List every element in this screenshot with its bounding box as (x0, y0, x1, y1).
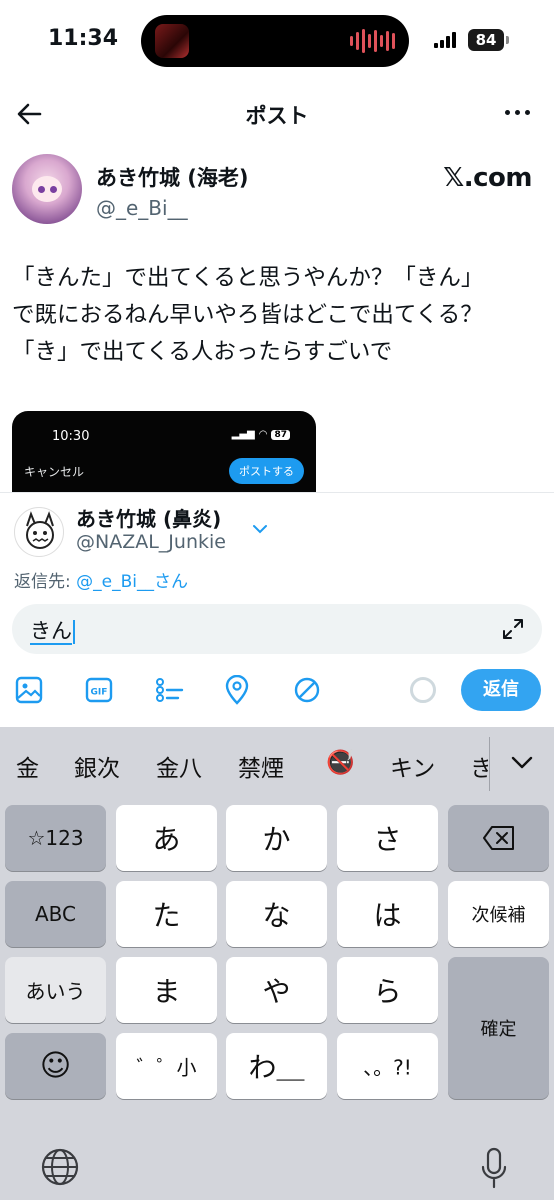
signal-icon: ▂▄▆ (231, 429, 255, 440)
chevron-down-icon[interactable] (510, 755, 534, 771)
reply-input[interactable]: きん (12, 604, 542, 654)
embedded-status-time: 10:30 (52, 429, 90, 444)
key-punctuation[interactable]: 、。?! (337, 1033, 438, 1099)
post-text-line: で既におるねん早いやろ皆はどこで出てくる？ (12, 302, 483, 328)
candidate-item[interactable]: 金八 (156, 749, 202, 783)
backspace-icon (483, 826, 514, 850)
composer-account-name: あき竹城 (鼻炎) (76, 507, 222, 531)
reply-input-text[interactable]: きん (30, 615, 75, 645)
candidate-item[interactable]: 金 (16, 749, 39, 783)
reply-button[interactable]: 返信 (461, 669, 541, 711)
key-ra[interactable]: ら (337, 957, 438, 1023)
candidate-item[interactable]: 銀次 (74, 749, 120, 783)
input-composing-text: きん (30, 619, 72, 645)
account-switch-chevron-icon[interactable] (250, 521, 270, 535)
backspace-key[interactable] (448, 805, 549, 871)
composer-toolbar: GIF 返信 (0, 665, 554, 715)
globe-icon[interactable] (40, 1147, 80, 1187)
wifi-icon: ◠ (258, 429, 268, 440)
emoji-icon: ☺ (39, 1048, 72, 1084)
reply-to-mention[interactable]: @_e_Bi__さん (76, 572, 188, 592)
post-text-line: 「き」で出てくる人おったらすごいで (12, 339, 393, 365)
svg-text:GIF: GIF (91, 688, 108, 698)
embedded-post-button: ポストする (229, 458, 304, 484)
key-ta[interactable]: た (116, 881, 217, 947)
key-kana[interactable]: あいう (5, 957, 106, 1023)
key-wa[interactable]: わ＿ (226, 1033, 327, 1099)
battery-tip (506, 36, 509, 44)
audio-waveform-icon (350, 29, 395, 53)
character-count-ring (410, 677, 436, 703)
author-name[interactable]: あき竹城 (海老) (96, 162, 249, 192)
embedded-cancel-label: キャンセル (24, 465, 85, 479)
next-candidate-key[interactable]: 次候補 (448, 881, 549, 947)
post-text: 「きんた」で出てくると思うやんか？「きん」 で既におるねん早いやろ皆はどこで出て… (12, 260, 546, 371)
status-bar: 11:34 84 (0, 0, 554, 80)
more-options-button[interactable] (505, 110, 530, 115)
x-logo: 𝕏.com (443, 163, 532, 193)
dynamic-island[interactable] (141, 15, 409, 67)
author-avatar[interactable] (12, 154, 82, 224)
key-dakuten[interactable]: ゛゜小 (116, 1033, 217, 1099)
expand-icon (503, 619, 523, 639)
no-circle-icon[interactable] (292, 675, 322, 705)
japanese-keyboard: 金 銀次 金八 禁煙 🚭 キン き ☆123 ABC あいう ☺ あ か さ た… (0, 727, 554, 1200)
reply-to-prefix: 返信先: (14, 572, 77, 592)
key-numbers[interactable]: ☆123 (5, 805, 106, 871)
reply-composer: あき竹城 (鼻炎) @NAZAL_Junkie 返信先: @_e_Bi__さん … (0, 492, 554, 728)
candidate-bar: 金 銀次 金八 禁煙 🚭 キン き (0, 727, 554, 801)
cellular-signal-icon (434, 32, 456, 48)
candidate-item[interactable]: キン (390, 749, 435, 783)
candidate-item[interactable]: 🚭 (326, 749, 355, 776)
key-ka[interactable]: か (226, 805, 327, 871)
expand-composer-button[interactable] (502, 618, 524, 640)
post-text-line: 「きんた」で出てくると思うやんか？「きん」 (12, 265, 484, 291)
key-na[interactable]: な (226, 881, 327, 947)
reply-to-line[interactable]: 返信先: @_e_Bi__さん (14, 567, 188, 592)
poll-icon[interactable] (154, 675, 184, 705)
page-title: ポスト (245, 104, 309, 128)
key-ma[interactable]: ま (116, 957, 217, 1023)
gif-icon[interactable]: GIF (84, 675, 114, 705)
image-icon[interactable] (14, 675, 44, 705)
composer-avatar[interactable] (14, 507, 64, 557)
candidate-item[interactable]: き (470, 749, 488, 783)
battery-indicator: 84 (468, 29, 504, 51)
confirm-key[interactable]: 確定 (448, 957, 549, 1099)
key-a[interactable]: あ (116, 805, 217, 871)
embedded-battery: 87 (271, 429, 290, 440)
attached-image[interactable]: 10:30 ▂▄▆ ◠ 87 キャンセル ポストする (12, 411, 316, 501)
candidate-divider (489, 737, 490, 791)
key-emoji[interactable]: ☺ (5, 1033, 106, 1099)
key-abc[interactable]: ABC (5, 881, 106, 947)
location-icon[interactable] (222, 674, 252, 705)
microphone-icon[interactable] (480, 1147, 508, 1191)
key-ya[interactable]: や (226, 957, 327, 1023)
composer-account-handle: @NAZAL_Junkie (76, 531, 226, 553)
text-cursor (73, 620, 75, 644)
now-playing-artwork (155, 24, 189, 58)
post-header: ポスト (0, 88, 554, 140)
embedded-status-icons: ▂▄▆ ◠ 87 (232, 429, 290, 440)
status-time: 11:34 (48, 26, 119, 51)
candidate-item[interactable]: 禁煙 (238, 749, 284, 783)
key-ha[interactable]: は (337, 881, 438, 947)
key-sa[interactable]: さ (337, 805, 438, 871)
author-handle[interactable]: @_e_Bi__ (96, 196, 188, 220)
